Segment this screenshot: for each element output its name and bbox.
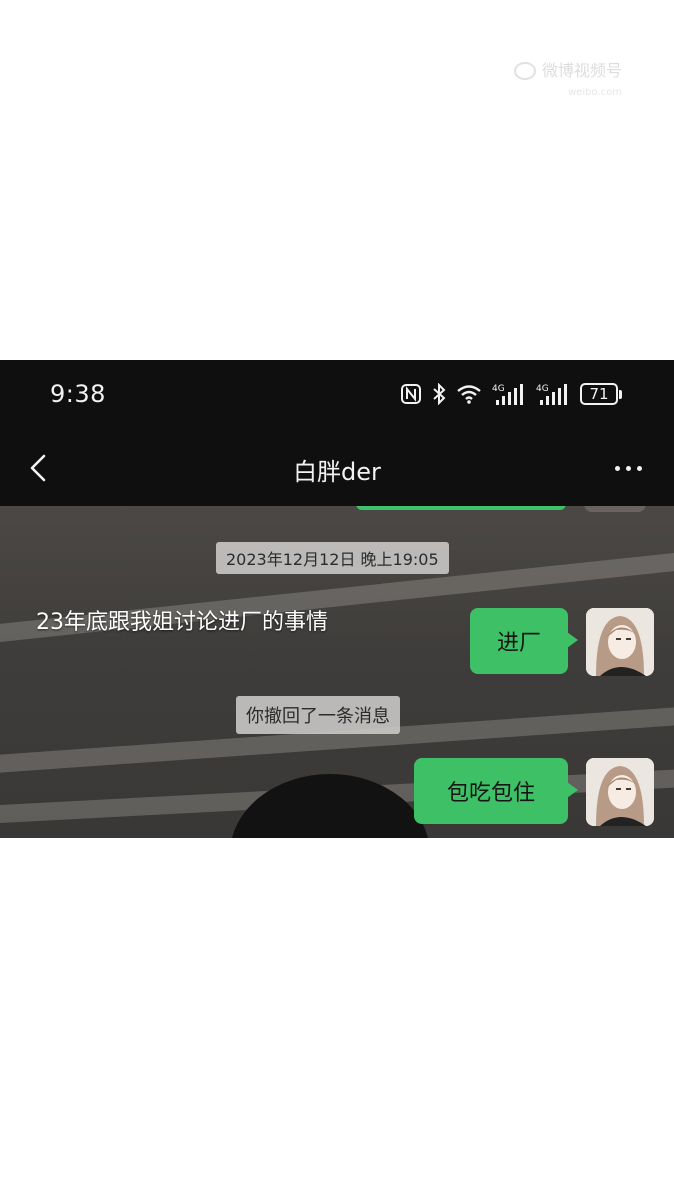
chat-header: 白胖der <box>0 430 674 506</box>
previous-avatar[interactable] <box>584 506 646 512</box>
chat-title: 白胖der <box>293 458 381 486</box>
message-timestamp: 2023年12月12日 晚上19:05 <box>216 542 449 574</box>
battery-level: 71 <box>580 383 618 405</box>
avatar[interactable] <box>586 608 654 676</box>
avatar[interactable] <box>586 758 654 826</box>
network-label: 4G <box>536 384 549 394</box>
signal-4g-icon: 4G <box>536 384 567 405</box>
watermark: 微博视频号 weibo.com <box>513 61 622 98</box>
more-dot <box>626 466 631 471</box>
watermark-text: 微博视频号 <box>541 61 622 80</box>
more-dot <box>615 466 620 471</box>
more-dot <box>637 466 642 471</box>
network-label: 4G <box>492 384 505 394</box>
message-bubble[interactable]: 包吃包住 <box>414 758 578 824</box>
nfc-icon <box>401 384 421 404</box>
status-time: 9:38 <box>50 380 106 408</box>
phone-screenshot: 9:38 4G 4G 71 白胖der 2023年12月12日 晚上19:05 … <box>0 360 674 838</box>
chat-area[interactable]: 2023年12月12日 晚上19:05 23年底跟我姐讨论进厂的事情 进厂 你撤… <box>0 506 674 838</box>
battery-icon: 71 <box>580 383 622 405</box>
recall-notice: 你撤回了一条消息 <box>236 696 400 734</box>
avatar-illustration <box>586 608 654 676</box>
video-frame: 微博视频号 weibo.com 9:38 4G 4G 71 白胖der 2023… <box>0 0 674 1200</box>
more-icon[interactable] <box>615 466 642 471</box>
status-icons: 4G 4G 71 <box>400 380 622 408</box>
previous-message-bubble[interactable] <box>356 506 566 510</box>
bluetooth-icon <box>433 383 446 405</box>
battery-tip <box>619 389 622 399</box>
signal-4g-icon: 4G <box>492 384 523 405</box>
avatar-illustration <box>586 758 654 826</box>
wifi-icon <box>457 385 481 404</box>
watermark-subtext: weibo.com <box>568 87 622 98</box>
watermark-logo-icon <box>513 62 536 80</box>
video-caption: 23年底跟我姐讨论进厂的事情 <box>36 610 328 635</box>
message-bubble[interactable]: 进厂 <box>470 608 578 674</box>
status-bar: 9:38 4G 4G 71 <box>0 360 674 430</box>
